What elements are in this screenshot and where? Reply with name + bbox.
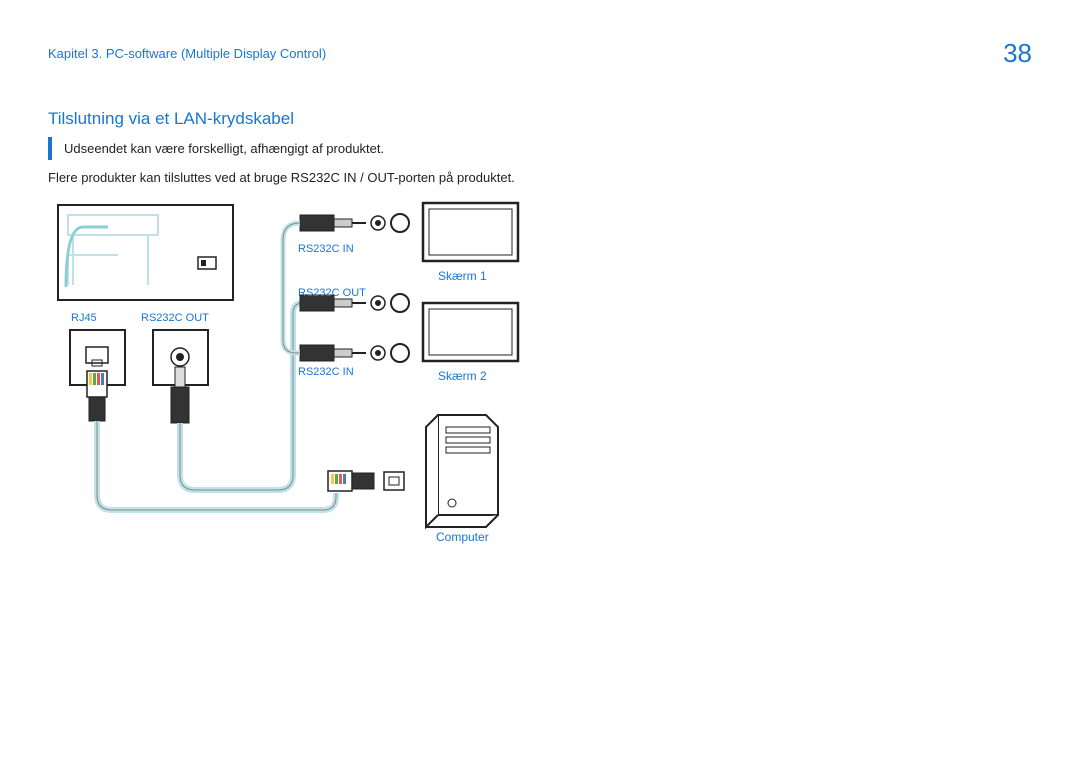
label-rs232c-in-1: RS232C IN (298, 243, 354, 255)
rj45-cable (97, 421, 336, 510)
label-screen-1: Skærm 1 (438, 269, 487, 283)
rj45-plug-pc-side (328, 471, 374, 491)
jack-row-3 (300, 344, 409, 362)
label-screen-2: Skærm 2 (438, 369, 487, 383)
pc-rj45-port (384, 472, 404, 490)
label-rs232c-in-2: RS232C IN (298, 366, 354, 378)
label-computer: Computer (436, 530, 489, 544)
screen-2 (423, 303, 518, 361)
chapter-title: Kapitel 3. PC-software (Multiple Display… (48, 46, 326, 61)
page-number: 38 (1003, 38, 1032, 69)
rj45-plug (87, 371, 107, 421)
screen-1 (423, 203, 518, 261)
monitor-back-panel (58, 205, 233, 300)
note-callout: Udseendet kan være forskelligt, afhængig… (48, 137, 718, 160)
body-paragraph: Flere produkter kan tilsluttes ved at br… (48, 170, 515, 185)
label-rj45: RJ45 (71, 312, 97, 324)
note-accent-bar (48, 137, 52, 160)
jack-row-top (300, 214, 409, 232)
label-rs232c-out-mid: RS232C OUT (298, 287, 366, 299)
section-title: Tilslutning via et LAN-krydskabel (48, 109, 294, 129)
note-text: Udseendet kan være forskelligt, afhængig… (64, 137, 384, 160)
stereo-plug-left (171, 367, 189, 423)
label-rs232c-out-left: RS232C OUT (141, 312, 209, 324)
computer-tower (426, 415, 498, 527)
